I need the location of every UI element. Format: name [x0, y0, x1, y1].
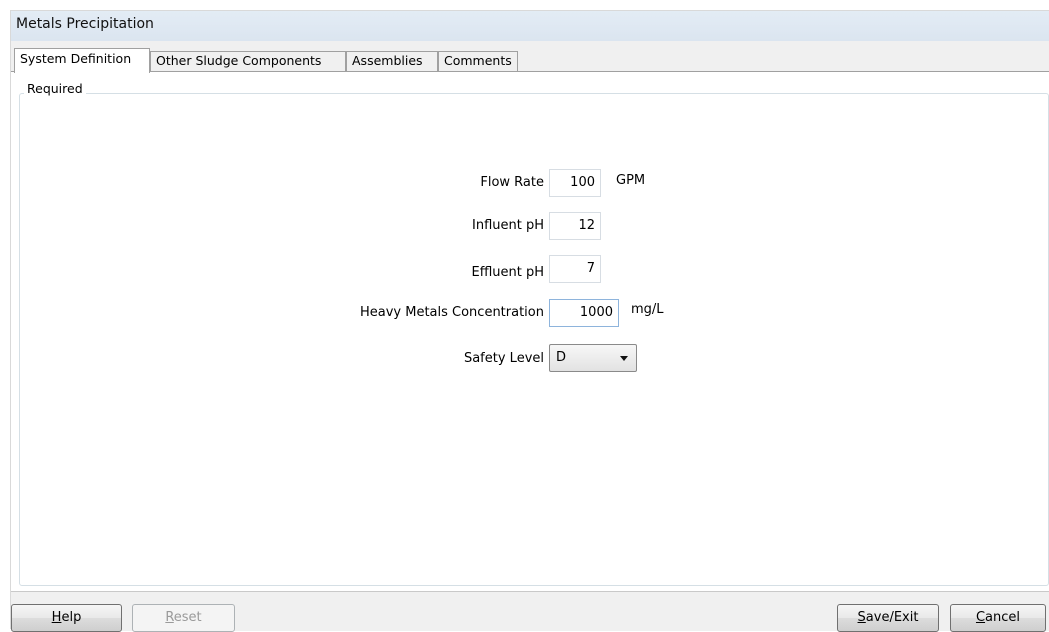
- effluent-ph-label: Effluent pH: [471, 265, 544, 280]
- safety-level-dropdown[interactable]: D: [549, 344, 637, 372]
- window-title: Metals Precipitation: [11, 11, 1049, 41]
- help-accel: H: [51, 610, 62, 625]
- flow-rate-label: Flow Rate: [480, 175, 544, 190]
- flow-rate-input[interactable]: 100: [549, 169, 601, 197]
- tab-comments[interactable]: Comments: [438, 51, 518, 71]
- tab-strip: System Definition Other Sludge Component…: [11, 48, 1049, 73]
- cancel-accel: C: [975, 610, 986, 625]
- cancel-button[interactable]: Cancel: [950, 604, 1046, 632]
- save-exit-label: ave/Exit: [865, 610, 919, 625]
- tab-system-definition[interactable]: System Definition: [14, 48, 150, 73]
- reset-accel: R: [165, 610, 174, 625]
- heavy-metals-concentration-label: Heavy Metals Concentration: [359, 305, 544, 320]
- button-bar: Help Reset Save/Exit Cancel: [11, 591, 1049, 632]
- flow-rate-unit: GPM: [616, 173, 646, 188]
- heavy-metals-concentration-input[interactable]: 1000: [549, 299, 619, 327]
- save-exit-button[interactable]: Save/Exit: [837, 604, 939, 632]
- help-label: elp: [61, 610, 82, 625]
- safety-level-label: Safety Level: [463, 351, 544, 366]
- required-groupbox: [19, 93, 1049, 586]
- tab-assemblies[interactable]: Assemblies: [346, 51, 438, 71]
- system-definition-panel: Required Flow Rate 100 GPM Influent pH 1…: [11, 71, 1049, 591]
- tab-other-sludge-components[interactable]: Other Sludge Components: [150, 51, 346, 71]
- influent-ph-input[interactable]: 12: [549, 212, 601, 240]
- chevron-down-icon: [620, 356, 628, 361]
- metals-precipitation-window: Metals Precipitation System Definition O…: [10, 10, 1049, 632]
- heavy-metals-unit: mg/L: [631, 302, 664, 317]
- save-exit-accel: S: [857, 610, 866, 625]
- effluent-ph-input[interactable]: 7: [549, 255, 601, 283]
- influent-ph-label: Influent pH: [472, 218, 544, 233]
- safety-level-value: D: [556, 350, 567, 365]
- cancel-label: ancel: [985, 610, 1021, 625]
- required-group-label: Required: [24, 81, 86, 96]
- help-button[interactable]: Help: [11, 604, 122, 632]
- reset-button[interactable]: Reset: [132, 604, 235, 632]
- reset-label: eset: [173, 610, 202, 625]
